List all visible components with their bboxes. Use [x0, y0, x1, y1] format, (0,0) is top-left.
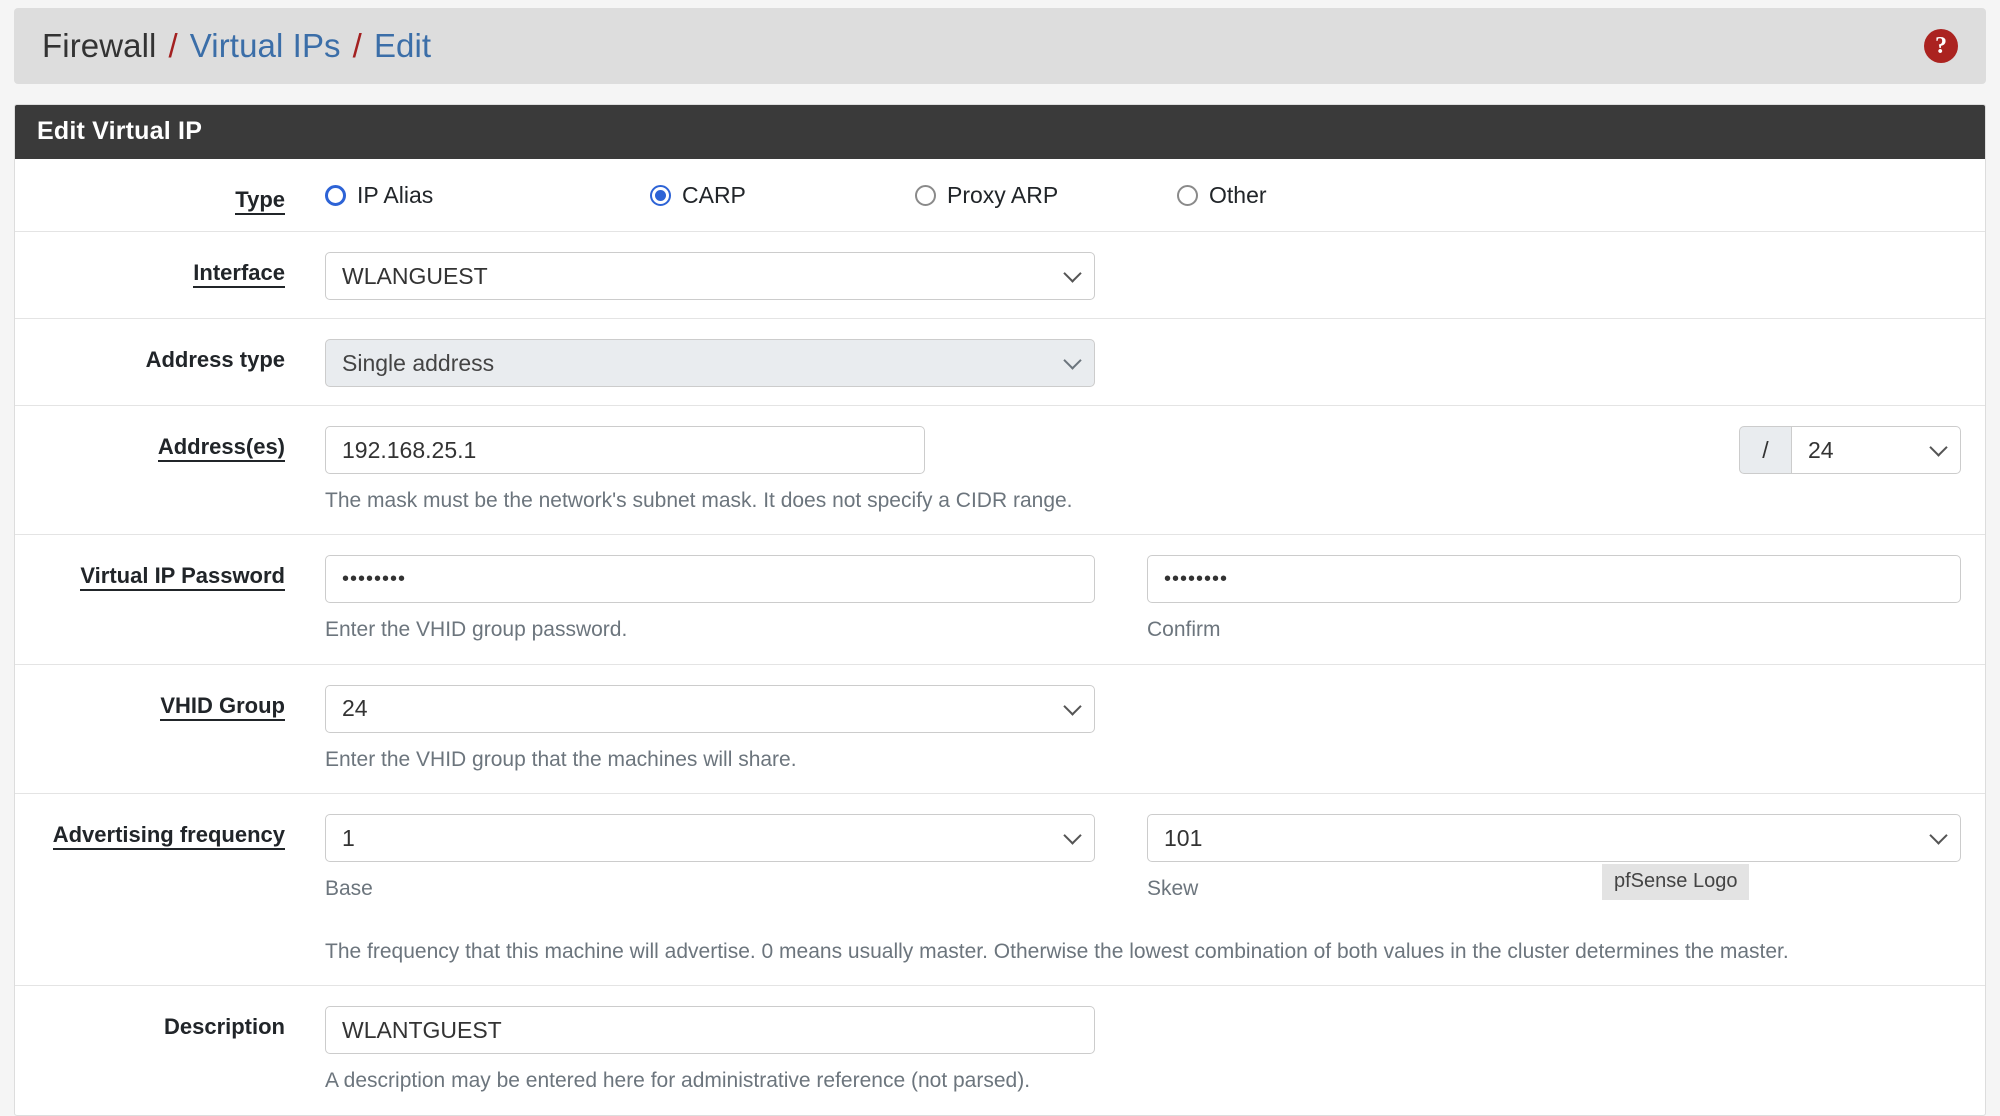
vip-password-help-text: Enter the VHID group password. [325, 618, 628, 642]
advertising-base-help-text: Base [325, 877, 373, 901]
chevron-down-icon [1929, 438, 1948, 457]
panel-body: Type IP Alias CARP Proxy ARP Other Inter… [15, 159, 1985, 1115]
label-type: Type [15, 179, 325, 215]
panel-title: Edit Virtual IP [15, 105, 1985, 159]
radio-label-proxy-arp: Proxy ARP [947, 182, 1059, 208]
cidr-input-group: / 24 [1739, 426, 1961, 474]
vip-password-confirm-input[interactable]: •••••••• [1147, 555, 1961, 604]
cidr-select-value: 24 [1808, 436, 1834, 463]
cidr-select[interactable]: 24 [1791, 426, 1961, 474]
address-input[interactable]: 192.168.25.1 [325, 426, 925, 474]
vip-password-input[interactable]: •••••••• [325, 555, 1095, 604]
radio-icon-proxy-arp[interactable] [915, 185, 936, 206]
advertising-skew-value: 101 [1164, 824, 1203, 851]
vip-password-value: •••••••• [342, 567, 407, 590]
vhid-group-help-text: Enter the VHID group that the machines w… [325, 747, 797, 771]
radio-icon-carp[interactable] [650, 185, 671, 206]
fields-type: IP Alias CARP Proxy ARP Other [325, 179, 1985, 213]
breadcrumb-separator-2: / [352, 27, 362, 64]
fields-interface: WLANGUEST [325, 252, 1985, 300]
chevron-down-icon [1063, 264, 1082, 283]
radio-label-other: Other [1209, 182, 1267, 208]
address-type-select-value: Single address [342, 349, 495, 376]
address-type-select[interactable]: Single address [325, 339, 1095, 387]
breadcrumb-bar: Firewall / Virtual IPs / Edit ? [14, 8, 1986, 84]
chevron-down-icon [1063, 826, 1082, 846]
breadcrumb-separator-1: / [168, 27, 178, 64]
label-addresses: Address(es) [15, 426, 325, 516]
chevron-down-icon [1063, 351, 1082, 370]
vip-password-confirm-value: •••••••• [1164, 567, 1229, 590]
form-row-addresses: Address(es) 192.168.25.1 / 24 The mask m… [15, 406, 1985, 536]
vhid-group-select[interactable]: 24 [325, 684, 1095, 733]
advertising-skew-select[interactable]: 101 [1147, 814, 1961, 863]
radio-label-ip-alias: IP Alias [357, 182, 434, 208]
advertising-base-select[interactable]: 1 [325, 814, 1095, 863]
form-row-interface: Interface WLANGUEST [15, 232, 1985, 319]
label-interface: Interface [15, 252, 325, 300]
advertising-base-value: 1 [342, 824, 355, 851]
radio-option-carp[interactable]: CARP [650, 182, 915, 209]
help-glyph: ? [1935, 33, 1947, 59]
radio-label-carp: CARP [682, 182, 746, 208]
label-vhid-group: VHID Group [15, 685, 325, 775]
fields-description: WLANTGUEST A description may be entered … [325, 1006, 1985, 1096]
edit-virtual-ip-panel: Edit Virtual IP Type IP Alias CARP Proxy… [14, 104, 1986, 1116]
addresses-help-text: The mask must be the network's subnet ma… [325, 489, 1073, 512]
advertising-skew-help-text: Skew [1147, 877, 1199, 901]
description-input-value: WLANTGUEST [342, 1016, 502, 1043]
chevron-down-icon [1929, 826, 1948, 846]
breadcrumb: Firewall / Virtual IPs / Edit [42, 27, 431, 65]
label-description: Description [163, 1014, 285, 1040]
form-row-vip-password: Virtual IP Password •••••••• Enter the V… [15, 535, 1985, 665]
radio-option-other[interactable]: Other [1177, 182, 1267, 209]
breadcrumb-link-edit[interactable]: Edit [374, 27, 431, 65]
interface-select-value: WLANGUEST [342, 262, 488, 289]
form-row-address-type: Address type Single address [15, 319, 1985, 406]
address-input-value: 192.168.25.1 [342, 436, 477, 463]
breadcrumb-root: Firewall [42, 27, 157, 64]
fields-addresses: 192.168.25.1 / 24 The mask must be the n… [325, 426, 1985, 516]
form-row-vhid-group: VHID Group 24 Enter the VHID group that … [15, 665, 1985, 795]
radio-option-proxy-arp[interactable]: Proxy ARP [915, 182, 1177, 209]
radio-icon-ip-alias[interactable] [325, 185, 346, 206]
radio-option-ip-alias[interactable]: IP Alias [325, 182, 650, 209]
label-vip-password: Virtual IP Password [15, 555, 325, 645]
label-address-type: Address type [145, 347, 285, 372]
pfsense-logo-tooltip: pfSense Logo [1602, 864, 1750, 900]
cidr-prefix-addon: / [1739, 426, 1791, 474]
help-circle-icon[interactable]: ? [1924, 29, 1958, 63]
description-help-text: A description may be entered here for ad… [325, 1069, 1031, 1093]
vip-password-confirm-help-text: Confirm [1147, 618, 1221, 642]
form-row-type: Type IP Alias CARP Proxy ARP Other [15, 159, 1985, 232]
breadcrumb-link-virtual-ips[interactable]: Virtual IPs [190, 27, 341, 65]
type-radio-group: IP Alias CARP Proxy ARP Other [325, 179, 1961, 209]
chevron-down-icon [1063, 697, 1082, 716]
fields-vip-password: •••••••• Enter the VHID group password. … [325, 555, 1985, 645]
advertising-frequency-help-text: The frequency that this machine will adv… [325, 939, 1789, 963]
fields-vhid-group: 24 Enter the VHID group that the machine… [325, 684, 1985, 775]
form-row-description: Description WLANTGUEST A description may… [15, 986, 1985, 1114]
description-input[interactable]: WLANTGUEST [325, 1006, 1095, 1055]
label-advertising-frequency: Advertising frequency [15, 814, 325, 967]
fields-address-type: Single address [325, 339, 1985, 387]
radio-icon-other[interactable] [1177, 185, 1198, 206]
vhid-group-select-value: 24 [342, 695, 368, 722]
interface-select[interactable]: WLANGUEST [325, 252, 1095, 300]
